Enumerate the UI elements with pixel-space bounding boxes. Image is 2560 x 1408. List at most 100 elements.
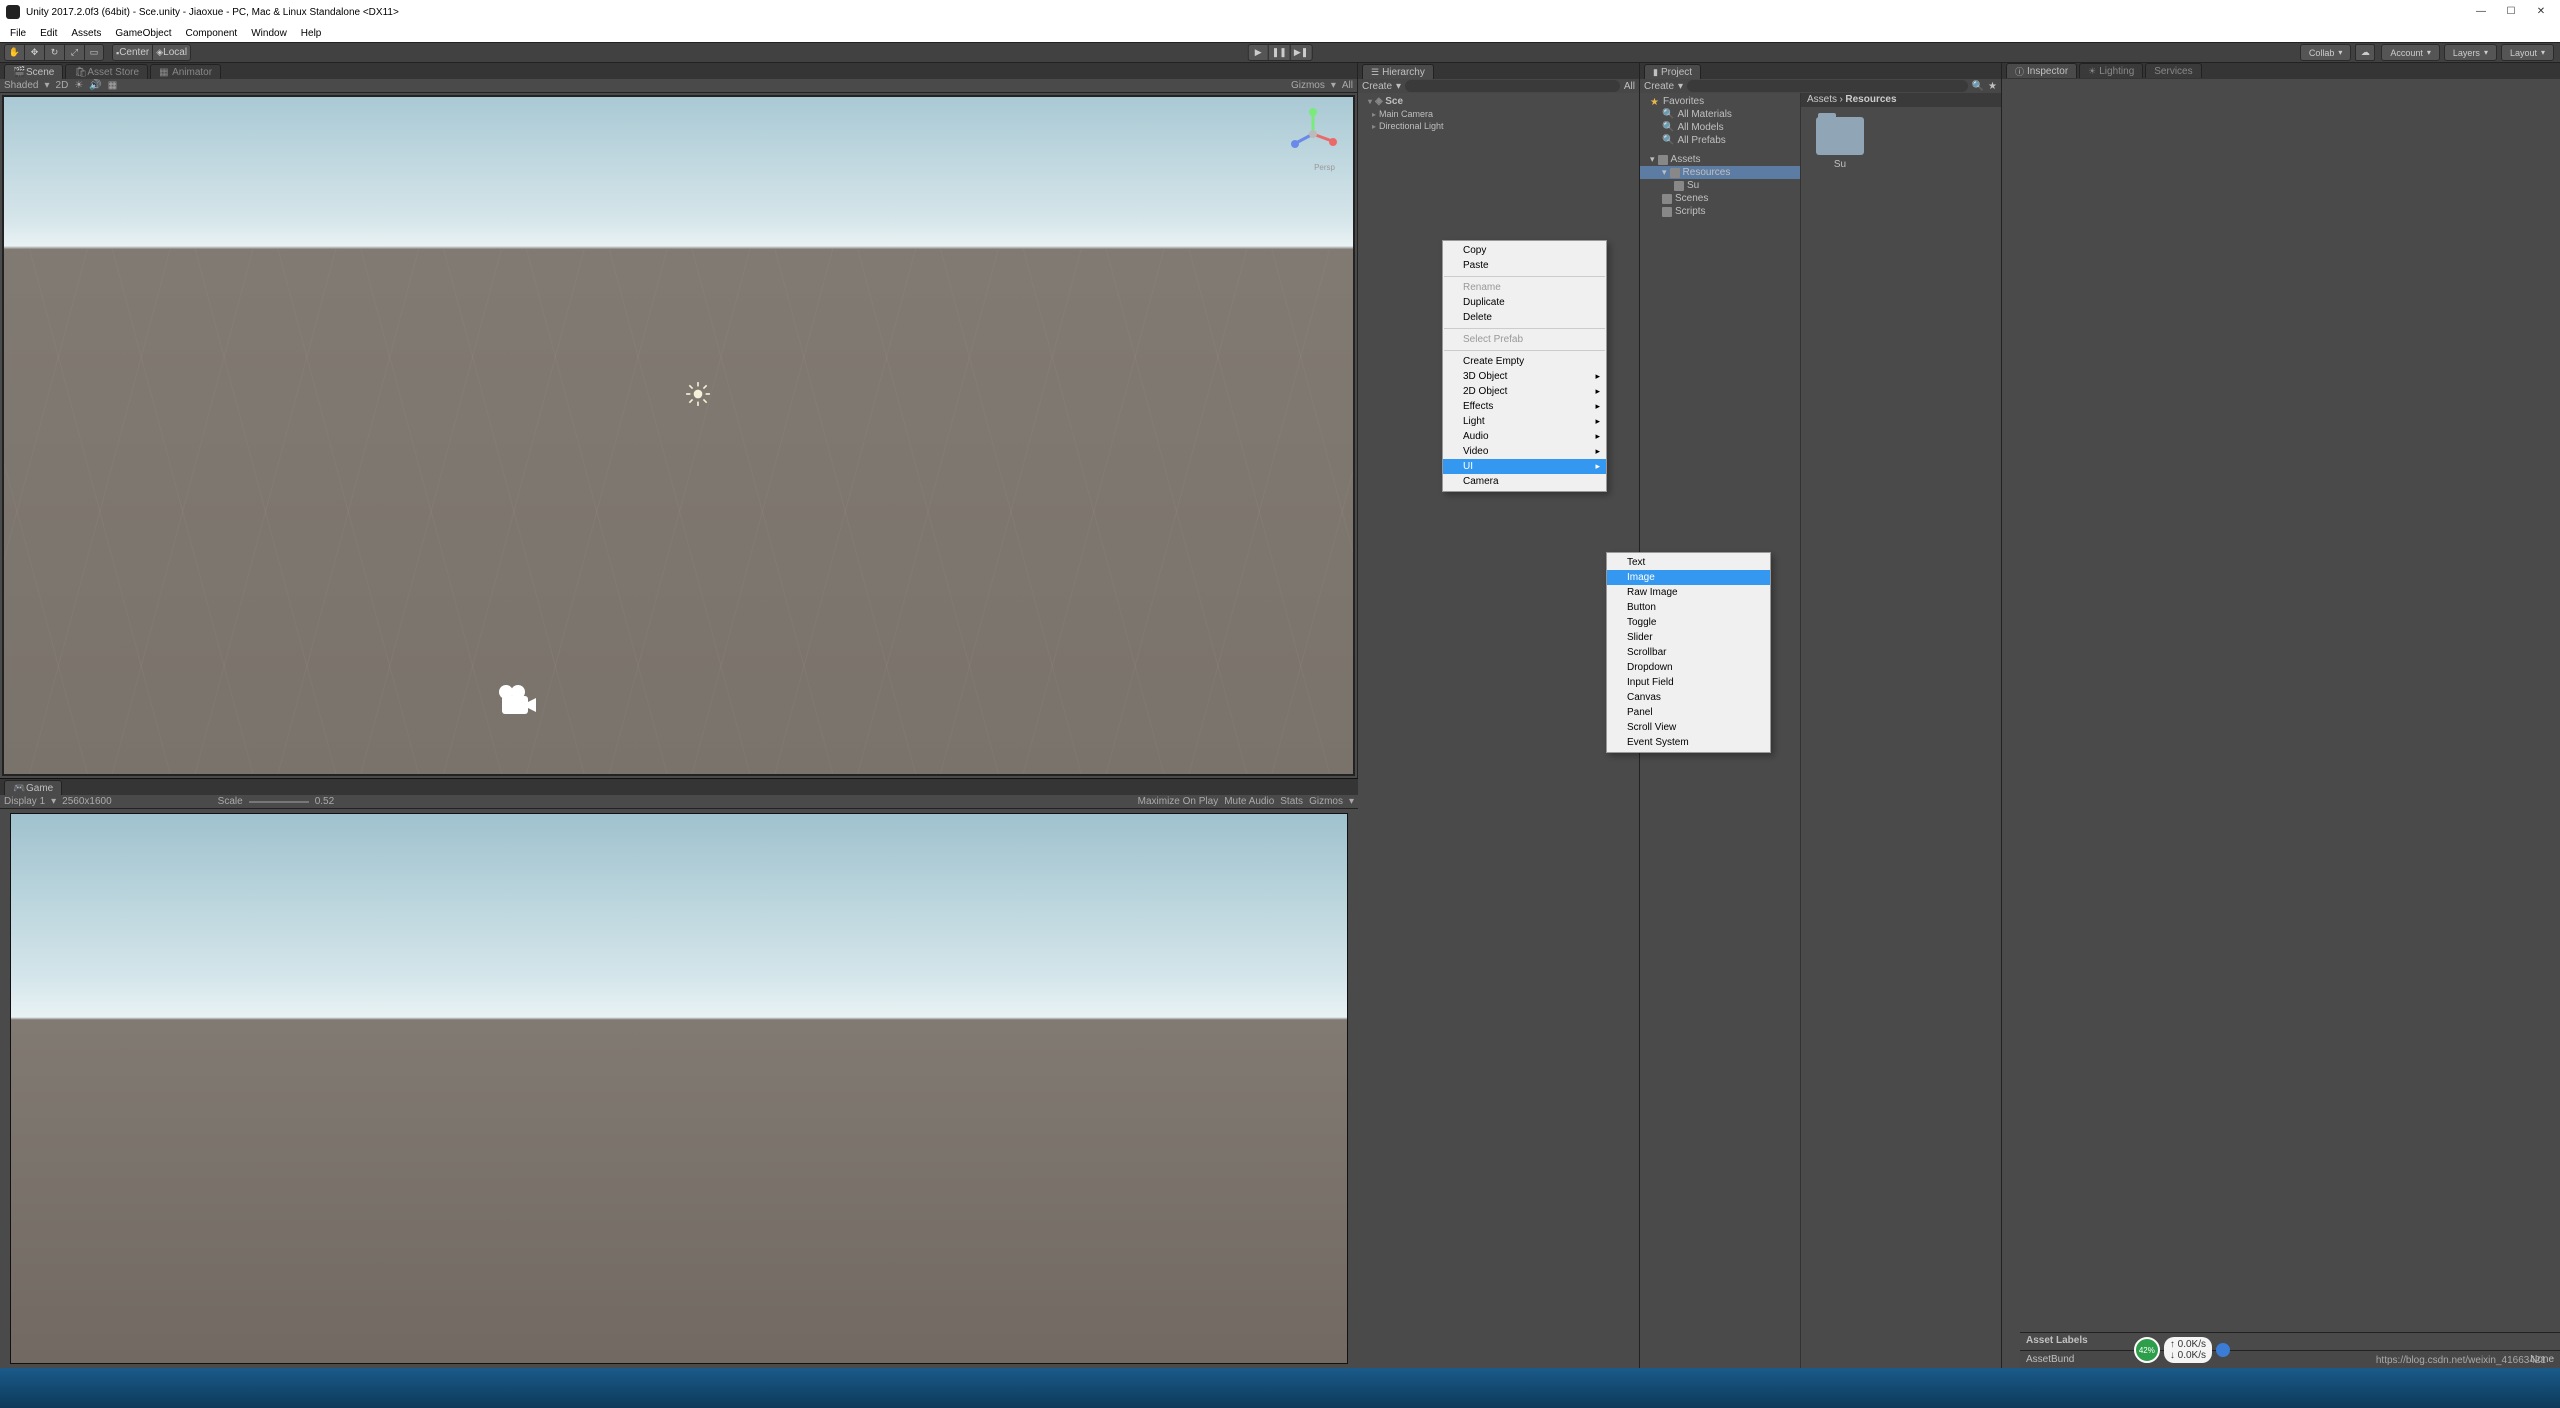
ctx-ui-scrollbar[interactable]: Scrollbar: [1607, 645, 1770, 660]
ctx-ui-button[interactable]: Button: [1607, 600, 1770, 615]
ctx-ui[interactable]: UI: [1443, 459, 1606, 474]
project-breadcrumb[interactable]: Assets › Resources: [1801, 93, 2001, 107]
layout-dropdown[interactable]: Layout: [2501, 44, 2554, 61]
tab-animator[interactable]: ▦Animator: [150, 64, 221, 79]
ctx-duplicate[interactable]: Duplicate: [1443, 295, 1606, 310]
ctx-copy[interactable]: Copy: [1443, 243, 1606, 258]
ctx-ui-canvas[interactable]: Canvas: [1607, 690, 1770, 705]
tab-scene[interactable]: 🎬Scene: [4, 64, 63, 79]
rotate-tool-button[interactable]: ↻: [44, 44, 64, 61]
search-filter-icon[interactable]: 🔍: [1972, 81, 1984, 92]
projection-label[interactable]: Persp: [1314, 163, 1335, 172]
context-menu-hierarchy[interactable]: Copy Paste Rename Duplicate Delete Selec…: [1442, 240, 1607, 492]
hierarchy-create-dropdown[interactable]: Create: [1362, 81, 1392, 92]
mute-audio-toggle[interactable]: Mute Audio: [1224, 796, 1274, 807]
ctx-camera[interactable]: Camera: [1443, 474, 1606, 489]
tab-asset-store[interactable]: 🛍Asset Store: [65, 64, 148, 79]
minimize-button[interactable]: —: [2466, 2, 2496, 20]
maximize-on-play-toggle[interactable]: Maximize On Play: [1138, 796, 1219, 807]
ctx-ui-event-system[interactable]: Event System: [1607, 735, 1770, 750]
menu-file[interactable]: File: [4, 27, 32, 40]
ctx-effects[interactable]: Effects: [1443, 399, 1606, 414]
hierarchy-search-input[interactable]: [1405, 80, 1620, 92]
gizmos-dropdown[interactable]: Gizmos: [1291, 80, 1325, 91]
ctx-video[interactable]: Video: [1443, 444, 1606, 459]
tree-all-models[interactable]: 🔍All Models: [1640, 121, 1800, 134]
project-search-input[interactable]: [1687, 80, 1968, 92]
ctx-3d-object[interactable]: 3D Object: [1443, 369, 1606, 384]
account-dropdown[interactable]: Account: [2381, 44, 2440, 61]
tab-lighting[interactable]: ☀ Lighting: [2079, 63, 2143, 78]
ctx-2d-object[interactable]: 2D Object: [1443, 384, 1606, 399]
tree-all-materials[interactable]: 🔍All Materials: [1640, 108, 1800, 121]
maximize-button[interactable]: ☐: [2496, 2, 2526, 20]
menu-component[interactable]: Component: [180, 27, 244, 40]
ctx-delete[interactable]: Delete: [1443, 310, 1606, 325]
mode-2d-toggle[interactable]: 2D: [56, 80, 69, 91]
resolution-dropdown[interactable]: 2560x1600: [62, 796, 112, 807]
ctx-light[interactable]: Light: [1443, 414, 1606, 429]
tree-su[interactable]: Su: [1640, 179, 1800, 192]
ctx-create-empty[interactable]: Create Empty: [1443, 354, 1606, 369]
fx-toggle-icon[interactable]: ▦: [108, 80, 117, 91]
tree-favorites[interactable]: ★Favorites: [1640, 95, 1800, 108]
ctx-ui-panel[interactable]: Panel: [1607, 705, 1770, 720]
ctx-ui-toggle[interactable]: Toggle: [1607, 615, 1770, 630]
play-button[interactable]: ▶: [1248, 44, 1268, 61]
tree-scenes[interactable]: Scenes: [1640, 192, 1800, 205]
ctx-ui-image[interactable]: Image: [1607, 570, 1770, 585]
scale-tool-button[interactable]: ⤢: [64, 44, 84, 61]
favorite-save-icon[interactable]: ★: [1988, 81, 1997, 92]
context-submenu-ui[interactable]: Text Image Raw Image Button Toggle Slide…: [1606, 552, 1771, 753]
cloud-button[interactable]: ☁: [2355, 44, 2375, 61]
menu-window[interactable]: Window: [245, 27, 293, 40]
ctx-ui-input-field[interactable]: Input Field: [1607, 675, 1770, 690]
pivot-mode-button[interactable]: ▪ Center: [112, 44, 152, 61]
tab-project[interactable]: ▮ Project: [1644, 64, 1701, 79]
collab-dropdown[interactable]: Collab: [2300, 44, 2352, 61]
folder-thumbnail[interactable]: Su: [1811, 117, 1869, 170]
windows-taskbar[interactable]: [0, 1368, 2560, 1408]
ctx-audio[interactable]: Audio: [1443, 429, 1606, 444]
step-button[interactable]: ▶❚: [1290, 44, 1312, 61]
ctx-paste[interactable]: Paste: [1443, 258, 1606, 273]
project-create-dropdown[interactable]: Create: [1644, 81, 1674, 92]
ctx-ui-slider[interactable]: Slider: [1607, 630, 1770, 645]
tab-services[interactable]: Services: [2145, 63, 2201, 78]
scale-slider[interactable]: [249, 801, 309, 803]
menu-assets[interactable]: Assets: [65, 27, 107, 40]
tree-all-prefabs[interactable]: 🔍All Prefabs: [1640, 134, 1800, 147]
game-viewport[interactable]: [10, 813, 1348, 1364]
game-gizmos-dropdown[interactable]: Gizmos: [1309, 796, 1343, 807]
display-dropdown[interactable]: Display 1: [4, 796, 45, 807]
ctx-ui-raw-image[interactable]: Raw Image: [1607, 585, 1770, 600]
hierarchy-item-directional-light[interactable]: Directional Light: [1358, 120, 1639, 132]
hand-tool-button[interactable]: ✋: [4, 44, 24, 61]
move-tool-button[interactable]: ✥: [24, 44, 44, 61]
tree-assets[interactable]: ▾ Assets: [1640, 153, 1800, 166]
ctx-ui-scroll-view[interactable]: Scroll View: [1607, 720, 1770, 735]
menu-gameobject[interactable]: GameObject: [109, 27, 177, 40]
ctx-ui-text[interactable]: Text: [1607, 555, 1770, 570]
menu-edit[interactable]: Edit: [34, 27, 63, 40]
shading-mode-dropdown[interactable]: Shaded: [4, 80, 38, 91]
tree-scripts[interactable]: Scripts: [1640, 205, 1800, 218]
rect-tool-button[interactable]: ▭: [84, 44, 104, 61]
stats-toggle[interactable]: Stats: [1280, 796, 1303, 807]
space-mode-button[interactable]: ◈ Local: [152, 44, 191, 61]
pause-button[interactable]: ❚❚: [1268, 44, 1290, 61]
hierarchy-scene-root[interactable]: ◈ Sce: [1358, 95, 1639, 108]
tab-hierarchy[interactable]: ☰ Hierarchy: [1362, 64, 1434, 79]
search-all[interactable]: All: [1342, 80, 1353, 91]
project-content[interactable]: Assets › Resources Su: [1800, 93, 2001, 1368]
ctx-ui-dropdown[interactable]: Dropdown: [1607, 660, 1770, 675]
lighting-toggle-icon[interactable]: ☀: [74, 80, 83, 91]
layers-dropdown[interactable]: Layers: [2444, 44, 2497, 61]
tab-game[interactable]: 🎮Game: [4, 780, 62, 795]
close-button[interactable]: ✕: [2526, 2, 2556, 20]
tab-inspector[interactable]: ⓘ Inspector: [2006, 63, 2077, 78]
audio-toggle-icon[interactable]: 🔊: [89, 80, 101, 91]
axis-gizmo-icon[interactable]: [1286, 107, 1341, 162]
menu-help[interactable]: Help: [295, 27, 328, 40]
scene-viewport[interactable]: Persp: [2, 95, 1355, 776]
